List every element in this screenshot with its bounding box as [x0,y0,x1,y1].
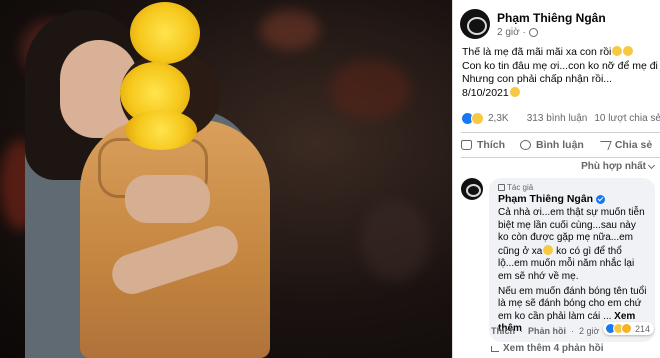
commenter-avatar[interactable] [461,178,483,200]
comment-icon [520,140,531,150]
comment-item: Tác giả Phạm Thiêng Ngân Cả nhà ơi...em … [461,178,655,342]
shares-count[interactable]: 10 lượt chia sẻ [594,113,660,124]
sad-emoji-icon [509,87,520,98]
post-photo[interactable] [0,0,452,358]
comment-actions: Thích · Phản hồi · 2 giờ [491,326,600,336]
post-stats: 2,3K 313 bình luận 10 lượt chia sẻ [461,112,660,125]
background-light [330,60,410,120]
sad-reaction-icon [471,112,484,125]
comment-button[interactable]: Bình luận [520,139,584,151]
comment-bubble: Tác giả Phạm Thiêng Ngân Cả nhà ơi...em … [489,178,655,342]
care-reaction-icon [621,323,632,334]
post-text: Thế là mẹ đã mãi mãi xa con rồi Con ko t… [462,46,658,100]
author-badge: Tác giả [498,183,647,192]
comment-reactions[interactable]: 214 [603,322,655,335]
comment-text: Cả nhà ơi...em thật sự muốn tiễn biệt mẹ… [498,207,645,282]
comment-sort-dropdown[interactable]: Phù hợp nhất [581,161,656,172]
sad-emoji-icon [623,46,634,56]
yellow-flower [125,110,197,150]
share-icon [597,140,612,150]
author-avatar[interactable] [460,9,490,39]
post-time[interactable]: 2 giờ · [497,27,526,38]
sad-emoji-icon [612,46,623,56]
background-light [360,200,430,280]
background-light [260,10,320,50]
chevron-down-icon [647,161,656,169]
comment-time[interactable]: 2 giờ [579,326,599,336]
sad-emoji-icon [543,244,554,255]
verified-icon [596,194,606,204]
yellow-flower [130,2,200,64]
comments-count[interactable]: 313 bình luận [527,113,588,124]
post-panel: Phạm Thiêng Ngân 2 giờ · Thế là mẹ đã mã… [452,0,660,358]
author-badge-icon [498,184,505,191]
woman-hand [125,175,210,223]
post-author-name[interactable]: Phạm Thiêng Ngân [497,11,606,25]
post-header: Phạm Thiêng Ngân 2 giờ · [460,9,606,39]
reply-arrow-icon [491,345,499,352]
thumbs-up-icon [461,140,472,150]
post-meta: 2 giờ · [497,27,606,38]
comment-reply-link[interactable]: Phản hồi [528,326,566,336]
globe-icon [528,27,538,37]
view-more-replies-link[interactable]: Xem thêm 4 phản hồi [491,343,604,354]
comment-like-link[interactable]: Thích [491,326,515,336]
like-button[interactable]: Thích [461,139,505,151]
commenter-name[interactable]: Phạm Thiêng Ngân [498,193,593,205]
post-actions: Thích Bình luận Chia sẻ [461,132,660,158]
reactions-count[interactable]: 2,3K [488,113,509,124]
share-button[interactable]: Chia sẻ [597,139,652,151]
